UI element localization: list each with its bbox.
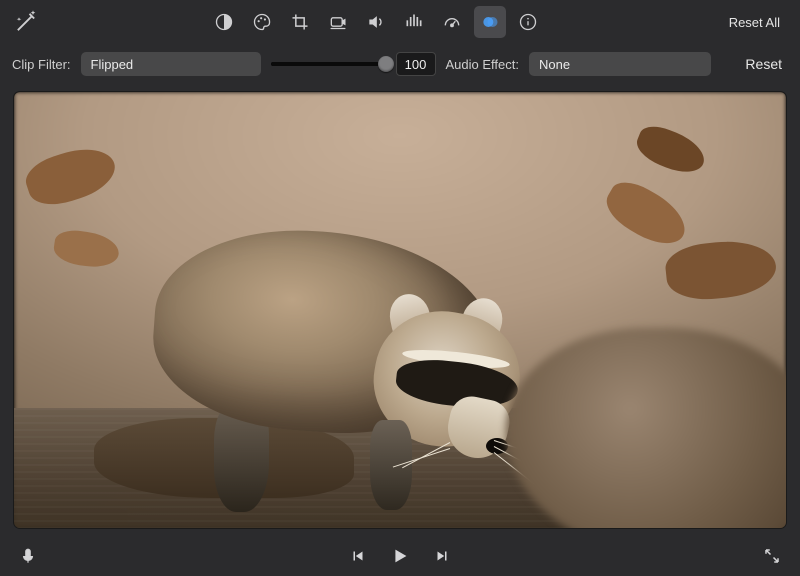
play-icon — [389, 545, 411, 567]
skip-back-button[interactable] — [349, 547, 367, 565]
info-icon — [518, 12, 538, 32]
skip-back-icon — [349, 547, 367, 565]
stabilization-button[interactable] — [322, 6, 354, 38]
reset-all-button[interactable]: Reset All — [721, 11, 788, 34]
half-circle-icon — [214, 12, 234, 32]
audio-effect-label: Audio Effect: — [446, 57, 519, 72]
fullscreen-icon — [763, 547, 781, 565]
color-balance-button[interactable] — [208, 6, 240, 38]
clip-info-button[interactable] — [512, 6, 544, 38]
audio-effect-select[interactable]: None — [529, 52, 711, 76]
skip-forward-button[interactable] — [433, 547, 451, 565]
slider-thumb[interactable] — [378, 56, 394, 72]
volume-icon — [366, 12, 386, 32]
clip-filter-select[interactable]: Flipped — [81, 52, 261, 76]
volume-button[interactable] — [360, 6, 392, 38]
audio-effect-value: None — [539, 57, 570, 72]
filter-controls-bar: Clip Filter: Flipped 100 Audio Effect: N… — [0, 44, 800, 84]
tool-icons-group — [208, 6, 544, 38]
clip-filter-button[interactable] — [474, 6, 506, 38]
speed-button[interactable] — [436, 6, 468, 38]
video-preview[interactable] — [14, 92, 786, 528]
reset-button[interactable]: Reset — [739, 52, 788, 76]
fullscreen-button[interactable] — [758, 547, 786, 565]
crop-icon — [290, 12, 310, 32]
speedometer-icon — [442, 12, 462, 32]
adjustments-toolbar: Reset All — [0, 0, 800, 44]
raccoon-subject — [134, 202, 554, 502]
voiceover-button[interactable] — [14, 547, 42, 565]
crop-button[interactable] — [284, 6, 316, 38]
equalizer-icon — [404, 12, 424, 32]
palette-icon — [252, 12, 272, 32]
filter-amount-field[interactable]: 100 — [396, 52, 436, 76]
overlap-circles-icon — [480, 12, 500, 32]
color-correction-button[interactable] — [246, 6, 278, 38]
noise-reduction-button[interactable] — [398, 6, 430, 38]
transport-bar — [0, 536, 800, 576]
clip-filter-label: Clip Filter: — [12, 57, 71, 72]
camera-icon — [328, 12, 348, 32]
magic-wand-icon — [12, 8, 40, 36]
play-button[interactable] — [389, 545, 411, 567]
filter-amount-slider[interactable] — [271, 54, 386, 74]
magic-wand-button[interactable] — [12, 8, 40, 36]
clip-filter-value: Flipped — [91, 57, 134, 72]
microphone-icon — [19, 547, 37, 565]
skip-forward-icon — [433, 547, 451, 565]
